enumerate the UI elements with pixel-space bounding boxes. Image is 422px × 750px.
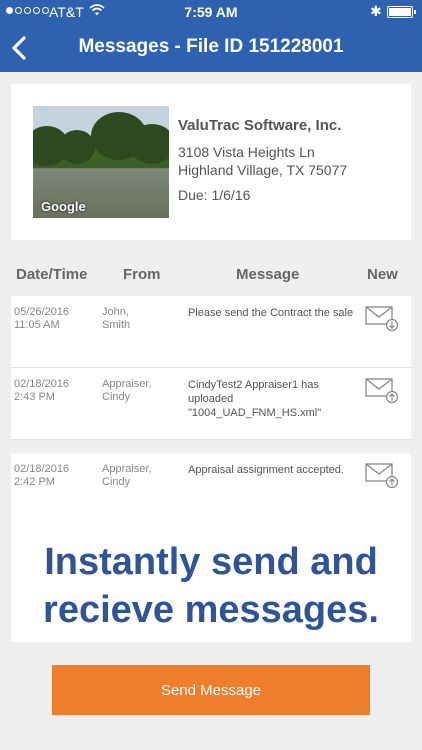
sender-line1: Appraiser, (102, 463, 152, 475)
page-title: Messages - File ID 151228001 (78, 36, 344, 57)
sender-line2: Cindy (102, 391, 131, 403)
sender-line1: John, (102, 306, 129, 318)
address-line1: 3108 Vista Heights Ln (178, 144, 315, 160)
address-line2: Highland Village, TX 75077 (178, 162, 348, 178)
google-logo: Google (41, 199, 86, 214)
message-row[interactable]: 02/18/2016 2:42 PM Appraiser, Cindy Appr… (11, 453, 411, 525)
message-date: 02/18/2016 (14, 378, 70, 390)
sender-line2: Cindy (102, 476, 131, 488)
property-photo: Google (33, 106, 169, 218)
envelope-down-icon[interactable] (365, 306, 399, 332)
message-text: CindyTest2 Appraiser1 has uploaded "1004… (188, 379, 322, 419)
bluetooth-icon: ✱ (370, 3, 382, 19)
battery-icon (387, 6, 416, 18)
message-text: Please send the Contract the sale (188, 307, 354, 319)
message-row[interactable]: 02/18/2016 2:43 PM Appraiser, Cindy Cind… (11, 368, 411, 440)
property-card: Google ValuTrac Software, Inc. 3108 Vist… (11, 84, 411, 240)
message-row[interactable]: 05/26/2016 11:05 AM John, Smith Please s… (11, 296, 411, 368)
clock: 7:59 AM (184, 4, 238, 20)
column-header-new: New (367, 266, 398, 283)
send-message-button[interactable]: Send Message (52, 665, 370, 715)
due-date: Due: 1/6/16 (178, 187, 251, 203)
column-header-message: Message (236, 266, 300, 283)
messages-table-header: Date/Time From Message New (11, 254, 411, 297)
message-date: 05/26/2016 (14, 306, 70, 318)
envelope-up-icon[interactable] (365, 463, 399, 489)
message-time: 2:42 PM (14, 476, 55, 488)
sender-line2: Smith (102, 319, 131, 331)
column-header-from: From (123, 266, 161, 283)
envelope-up-icon[interactable] (365, 378, 399, 404)
property-address: 3108 Vista Heights Ln Highland Village, … (178, 143, 347, 179)
message-time: 2:43 PM (14, 391, 55, 403)
promo-line2: recieve messages. (43, 589, 379, 631)
message-text: Appraisal assignment accepted. (188, 464, 344, 476)
promo-line1: Instantly send and (44, 541, 378, 583)
company-name: ValuTrac Software, Inc. (178, 117, 342, 134)
column-header-datetime: Date/Time (16, 266, 88, 283)
promo-banner: Instantly send and recieve messages. (11, 524, 411, 642)
message-date: 02/18/2016 (14, 463, 70, 475)
message-time: 11:05 AM (14, 319, 60, 331)
status-bar: AT&T 7:59 AM ✱ (0, 0, 422, 24)
sender-line1: Appraiser, (102, 378, 152, 390)
header-bar: AT&T 7:59 AM ✱ Messages - File ID 151228… (0, 0, 422, 72)
